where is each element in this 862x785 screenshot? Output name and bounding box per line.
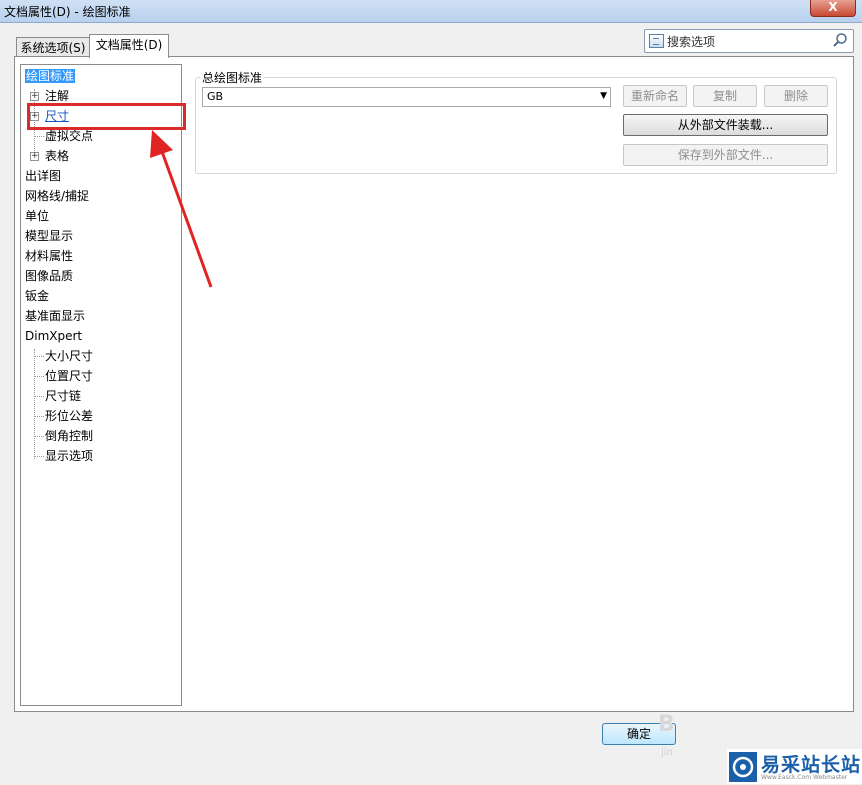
logo-subtext: Www.Easck.Com Webmaster — [761, 774, 848, 781]
copy-button[interactable]: 复制 — [693, 85, 757, 107]
tree-item-label: 倒角控制 — [45, 429, 94, 443]
tab-system-options[interactable]: 系统选项(S) — [16, 37, 90, 58]
tree-connector — [34, 416, 44, 417]
tree-item-drafting-standard[interactable]: 绘图标准 — [25, 67, 76, 85]
tree-item-location-dimension[interactable]: 位置尺寸 — [45, 367, 93, 385]
search-input[interactable]: 搜索选项 — [644, 29, 854, 53]
tree-item-label: 模型显示 — [25, 229, 74, 243]
load-from-external-file-button[interactable]: 从外部文件装载... — [623, 114, 828, 136]
tree-item-label: 图像品质 — [25, 269, 74, 283]
search-placeholder: 搜索选项 — [667, 35, 716, 49]
chevron-down-icon: ▼ — [600, 91, 607, 101]
tree-item-label: 注解 — [45, 89, 70, 103]
tree-connector — [34, 396, 44, 397]
watermark-letter: B — [658, 712, 675, 737]
options-grid-icon — [649, 34, 664, 48]
site-logo: 易采站长站 Www.Easck.Com Webmaster — [727, 749, 862, 784]
tree-item-label: 绘图标准 — [25, 69, 76, 83]
tree-item-detailing[interactable]: 出详图 — [25, 167, 61, 185]
tree-connector — [34, 376, 44, 377]
tree-item-label: 单位 — [25, 209, 50, 223]
tree-item-label: 形位公差 — [45, 409, 94, 423]
tree-item-label: 材料属性 — [25, 249, 74, 263]
tree-item-material-properties[interactable]: 材料属性 — [25, 247, 73, 265]
standard-select-value: GB — [207, 90, 224, 103]
options-tree: 绘图标准 + 注解 + 尺寸 虚拟交点 + 表格 出详图 网格线/捕捉 单位 模… — [20, 64, 182, 706]
expand-icon[interactable]: + — [30, 152, 39, 161]
tree-item-label: 虚拟交点 — [45, 129, 94, 143]
tree-connector — [34, 456, 44, 457]
group-label: 总绘图标准 — [200, 69, 265, 86]
tree-item-label: 出详图 — [25, 169, 62, 183]
title-bar: 文档属性(D) - 绘图标准 X — [0, 0, 862, 23]
tree-item-label: 钣金 — [25, 289, 50, 303]
annotation-highlight-box — [27, 103, 186, 130]
tree-item-geometric-tolerance[interactable]: 形位公差 — [45, 407, 93, 425]
tree-item-label: 尺寸链 — [45, 389, 82, 403]
tree-connector — [34, 136, 44, 137]
tree-item-chamfer-controls[interactable]: 倒角控制 — [45, 427, 93, 445]
tree-item-size-dimension[interactable]: 大小尺寸 — [45, 347, 93, 365]
close-button[interactable]: X — [810, 0, 856, 17]
tree-item-label: 基准面显示 — [25, 309, 86, 323]
tab-document-properties[interactable]: 文档属性(D) — [89, 34, 169, 58]
tree-item-units[interactable]: 单位 — [25, 207, 49, 225]
tree-item-display-options[interactable]: 显示选项 — [45, 447, 93, 465]
watermark-small-text: jin — [661, 747, 673, 758]
delete-button[interactable]: 删除 — [764, 85, 828, 107]
tree-item-label: 网格线/捕捉 — [25, 189, 90, 203]
logo-text: 易采站长站 — [761, 754, 862, 776]
tree-item-label: 位置尺寸 — [45, 369, 94, 383]
rename-button[interactable]: 重新命名 — [623, 85, 687, 107]
save-to-external-file-button[interactable]: 保存到外部文件... — [623, 144, 828, 166]
tree-item-plane-display[interactable]: 基准面显示 — [25, 307, 85, 325]
tree-item-tables[interactable]: 表格 — [45, 147, 69, 165]
tree-item-label: 大小尺寸 — [45, 349, 94, 363]
tree-item-model-display[interactable]: 模型显示 — [25, 227, 73, 245]
tree-item-chain-dimension[interactable]: 尺寸链 — [45, 387, 81, 405]
tree-item-dimxpert[interactable]: DimXpert — [25, 327, 82, 345]
tree-item-label: DimXpert — [25, 329, 83, 343]
logo-mark-icon — [729, 752, 757, 782]
tree-connector — [34, 356, 44, 357]
standard-select[interactable]: GB ▼ — [202, 87, 611, 107]
expand-icon[interactable]: + — [30, 92, 39, 101]
magnifier-icon[interactable] — [832, 32, 848, 48]
tree-item-label: 表格 — [45, 149, 70, 163]
tree-item-label: 显示选项 — [45, 449, 94, 463]
tree-connector — [34, 349, 35, 459]
tree-item-grid-snap[interactable]: 网格线/捕捉 — [25, 187, 89, 205]
tree-item-image-quality[interactable]: 图像品质 — [25, 267, 73, 285]
window-title: 文档属性(D) - 绘图标准 — [4, 5, 131, 19]
tree-connector — [34, 436, 44, 437]
tree-item-sheet-metal[interactable]: 钣金 — [25, 287, 49, 305]
